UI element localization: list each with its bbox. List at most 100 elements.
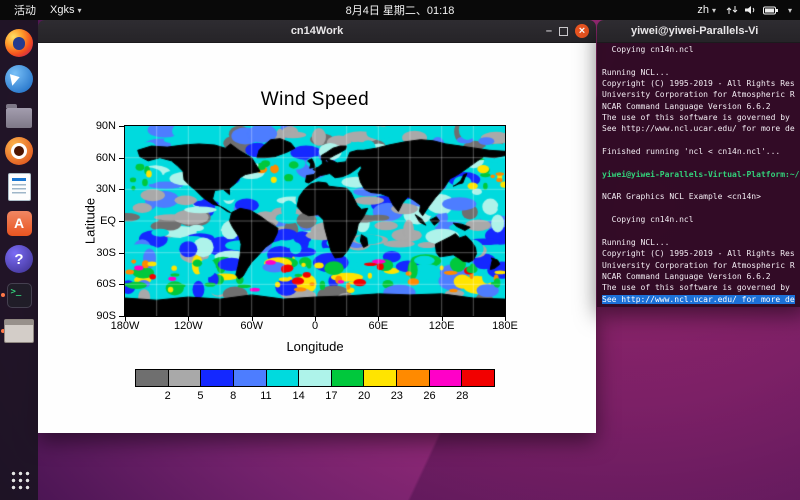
colorbar-segment (267, 370, 300, 386)
y-tick-mark (119, 253, 124, 254)
dock-item-terminal[interactable]: >_ (0, 280, 38, 310)
terminal-line (602, 227, 800, 238)
y-tick-label: 60S (72, 278, 116, 290)
terminal-line: Copying cn14n.ncl (602, 45, 800, 56)
dock-item-firefox[interactable] (0, 28, 38, 58)
ubuntu-software-icon: A (7, 211, 32, 236)
plot-window-title: cn14Work (291, 25, 343, 37)
show-applications-button[interactable] (0, 464, 38, 494)
input-method-indicator[interactable]: zh▾ (693, 4, 720, 16)
terminal-line: NCAR Command Language Version 6.6.2 (602, 102, 800, 113)
y-tick-label: 60N (72, 152, 116, 164)
y-tick-mark (119, 126, 124, 127)
terminal-line: The use of this software is governed by (602, 283, 800, 294)
battery-icon (763, 6, 779, 15)
terminal-line: yiwei@yiwei-Parallels-Virtual-Platform:~… (602, 170, 800, 181)
xgks-window-icon (4, 319, 34, 343)
terminal-line: NCAR Command Language Version 6.6.2 (602, 272, 800, 283)
terminal-line (602, 136, 800, 147)
colorbar-segment (397, 370, 430, 386)
x-tick-label: 60W (240, 320, 263, 332)
terminal-prompt-glyph: >_ (11, 287, 22, 297)
desktop: 活动 Xgks▾ 8月4日 星期二、01:18 zh▾ ▾ A ? >_ (0, 0, 800, 500)
minimize-button[interactable]: – (546, 26, 552, 37)
chevron-down-icon: ▾ (77, 6, 81, 15)
x-tick-mark (442, 316, 443, 321)
thunderbird-icon (5, 65, 33, 93)
x-tick-label: 60E (369, 320, 389, 332)
files-icon (6, 108, 32, 128)
dock-item-files[interactable] (0, 100, 38, 130)
terminal-icon: >_ (7, 283, 32, 308)
x-tick-mark (125, 316, 126, 321)
activities-button[interactable]: 活动 (10, 2, 40, 18)
help-question-mark: ? (14, 251, 23, 268)
chevron-down-icon: ▾ (712, 6, 716, 15)
colorbar-level-label: 14 (293, 390, 305, 402)
system-menu-chevron-icon[interactable]: ▾ (788, 6, 792, 15)
terminal-line (602, 204, 800, 215)
y-tick-label: 30N (72, 183, 116, 195)
help-icon: ? (5, 245, 33, 273)
colorbar-segment (430, 370, 463, 386)
wind-speed-map (125, 126, 505, 316)
colorbar-level-label: 5 (197, 390, 203, 402)
terminal-body[interactable]: Copying cn14n.ncl Running NCL...Copyrigh… (597, 43, 800, 307)
terminal-line: Running NCL... (602, 68, 800, 79)
terminal-line: University Corporation for Atmospheric R (602, 261, 800, 272)
x-tick-label: 180E (492, 320, 518, 332)
dock: A ? >_ (0, 20, 38, 500)
x-axis-label: Longitude (125, 339, 505, 354)
terminal-line: See http://www.ncl.ucar.edu/ for more de (602, 124, 800, 135)
clock[interactable]: 8月4日 星期二、01:18 (342, 5, 459, 17)
colorbar-level-label: 17 (325, 390, 337, 402)
plot-canvas-area: Wind Speed Latitude Longitude 2581114172… (38, 43, 596, 433)
network-icon (726, 5, 738, 15)
colorbar (135, 369, 495, 387)
y-tick-mark (119, 316, 124, 317)
x-tick-label: 120W (174, 320, 203, 332)
terminal-line: The use of this software is governed by (602, 113, 800, 124)
x-tick-mark (505, 316, 506, 321)
colorbar-level-label: 8 (230, 390, 236, 402)
terminal-titlebar[interactable]: yiwei@yiwei-Parallels-Vi (597, 20, 800, 43)
colorbar-segment (136, 370, 169, 386)
colorbar-level-label: 2 (165, 390, 171, 402)
x-tick-label: 0 (312, 320, 318, 332)
dock-item-xgks[interactable] (0, 316, 38, 346)
dock-item-writer[interactable] (0, 172, 38, 202)
colorbar-segment (462, 370, 494, 386)
terminal-line: NCAR Graphics NCL Example <cn14n> (602, 192, 800, 203)
rhythmbox-icon (5, 137, 33, 165)
x-tick-mark (188, 316, 189, 321)
dock-item-thunderbird[interactable] (0, 64, 38, 94)
terminal-line: University Corporation for Atmospheric R (602, 90, 800, 101)
colorbar-level-label: 26 (423, 390, 435, 402)
close-button[interactable]: × (575, 24, 589, 38)
y-tick-label: 90N (72, 120, 116, 132)
colorbar-level-label: 20 (358, 390, 370, 402)
dock-item-help[interactable]: ? (0, 244, 38, 274)
map-frame (124, 125, 506, 317)
colorbar-segment (201, 370, 234, 386)
terminal-window: yiwei@yiwei-Parallels-Vi Copying cn14n.n… (597, 20, 800, 307)
colorbar-level-label: 28 (456, 390, 468, 402)
colorbar-segment (234, 370, 267, 386)
show-applications-grid-icon (9, 469, 30, 490)
app-menu[interactable]: Xgks▾ (46, 4, 85, 16)
plot-window: cn14Work – × Wind Speed Latitude Longitu… (38, 20, 596, 433)
plot-window-titlebar[interactable]: cn14Work – × (38, 20, 596, 43)
dock-item-rhythmbox[interactable] (0, 136, 38, 166)
y-tick-label: EQ (72, 215, 116, 227)
firefox-icon (5, 29, 33, 57)
top-bar: 活动 Xgks▾ 8月4日 星期二、01:18 zh▾ ▾ (0, 0, 800, 20)
dock-item-software[interactable]: A (0, 208, 38, 238)
terminal-line (602, 181, 800, 192)
x-tick-mark (252, 316, 253, 321)
colorbar-labels: 25811141720232628 (135, 390, 495, 404)
y-tick-mark (119, 284, 124, 285)
y-tick-label: 30S (72, 247, 116, 259)
x-tick-label: 120E (429, 320, 455, 332)
terminal-line: Finished running 'ncl < cn14n.ncl'... (602, 147, 800, 158)
maximize-button[interactable] (559, 27, 568, 36)
